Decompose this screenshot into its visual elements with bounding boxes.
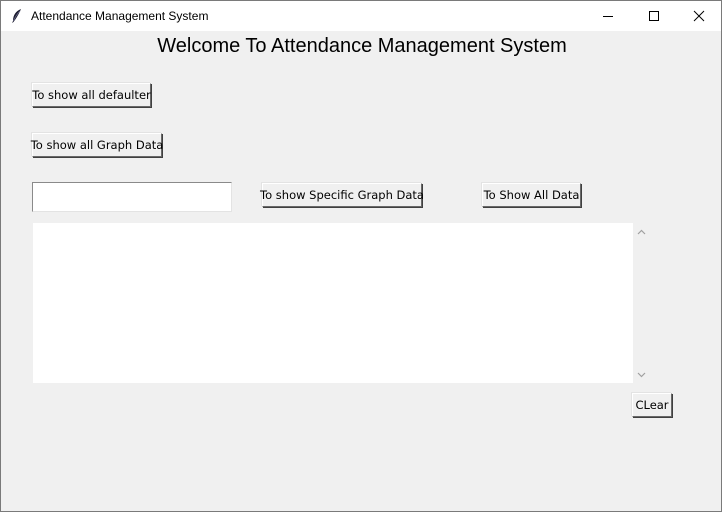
maximize-button[interactable] [631,1,677,31]
show-all-graph-button[interactable]: To show all Graph Data [31,133,163,157]
app-window: Attendance Management System Welcome To … [0,0,722,512]
feather-icon [10,8,24,24]
minimize-button[interactable] [585,1,631,31]
close-button[interactable] [676,1,721,31]
output-text-area[interactable] [33,223,633,383]
scroll-up-button[interactable] [633,223,650,240]
roll-number-input[interactable] [32,182,232,212]
minimize-icon [603,16,613,17]
scroll-down-button[interactable] [633,366,650,383]
page-title: Welcome To Attendance Management System [157,35,567,57]
maximize-icon [649,11,659,21]
show-all-data-button[interactable]: To Show All Data [482,183,581,207]
chevron-down-icon [637,372,646,377]
chevron-up-icon [637,229,646,234]
show-specific-graph-button[interactable]: To show Specific Graph Data [260,183,424,207]
close-icon [693,10,705,22]
title-bar: Attendance Management System [1,1,721,31]
clear-button[interactable]: CLear [632,393,672,417]
vertical-scrollbar[interactable] [633,223,650,383]
window-title: Attendance Management System [31,9,209,23]
show-defaulter-button[interactable]: To show all defaulter [32,83,151,107]
